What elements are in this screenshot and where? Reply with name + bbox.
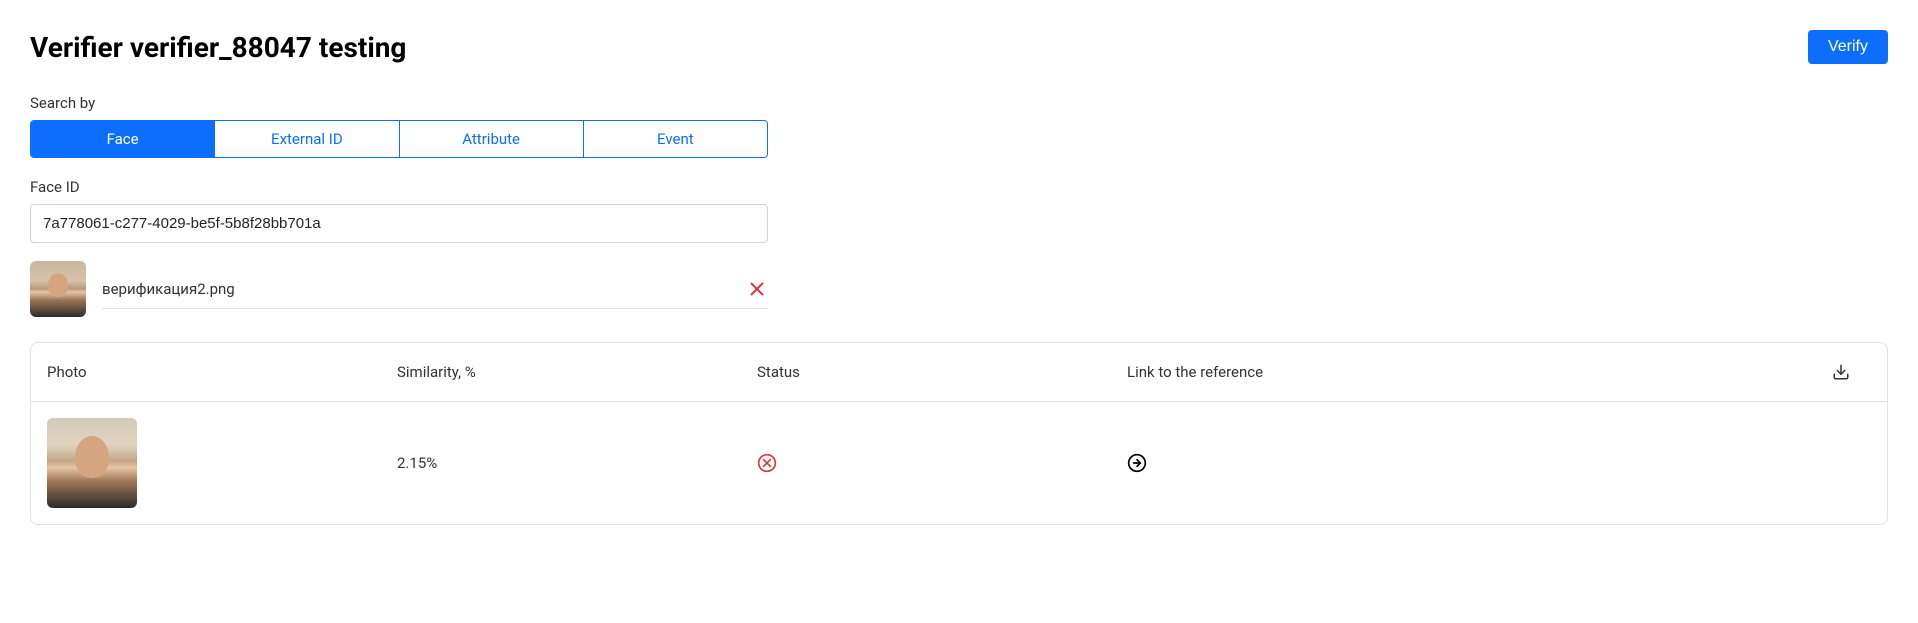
file-name: верификация2.png	[102, 280, 235, 298]
result-photo-thumbnail[interactable]	[47, 418, 137, 508]
remove-file-button[interactable]	[746, 278, 768, 300]
tab-face[interactable]: Face	[31, 121, 215, 157]
tab-attribute[interactable]: Attribute	[400, 121, 584, 157]
page-title: Verifier verifier_88047 testing	[30, 31, 406, 64]
table-header: Photo Similarity, % Status Link to the r…	[31, 343, 1887, 402]
column-similarity: Similarity, %	[397, 363, 757, 381]
close-icon	[750, 282, 764, 296]
result-photo-cell	[47, 418, 397, 508]
similarity-value: 2.15%	[397, 454, 757, 472]
tab-external-id[interactable]: External ID	[215, 121, 399, 157]
status-fail-icon	[757, 453, 777, 473]
column-status: Status	[757, 363, 1127, 381]
face-id-label: Face ID	[30, 178, 1888, 196]
search-tab-group: Face External ID Attribute Event	[30, 120, 768, 158]
reference-link[interactable]	[1127, 453, 1811, 473]
results-table: Photo Similarity, % Status Link to the r…	[30, 342, 1888, 525]
download-button[interactable]	[1811, 363, 1871, 381]
download-icon	[1832, 363, 1850, 381]
column-photo: Photo	[47, 363, 397, 381]
tab-event[interactable]: Event	[584, 121, 767, 157]
face-id-input[interactable]	[30, 204, 768, 243]
column-link: Link to the reference	[1127, 363, 1811, 381]
status-cell	[757, 453, 1127, 473]
search-by-label: Search by	[30, 94, 1888, 112]
file-thumbnail	[30, 261, 86, 317]
verify-button[interactable]: Verify	[1808, 30, 1888, 64]
table-row: 2.15%	[31, 402, 1887, 524]
uploaded-file-row: верификация2.png	[30, 261, 768, 317]
arrow-right-circle-icon	[1127, 453, 1147, 473]
